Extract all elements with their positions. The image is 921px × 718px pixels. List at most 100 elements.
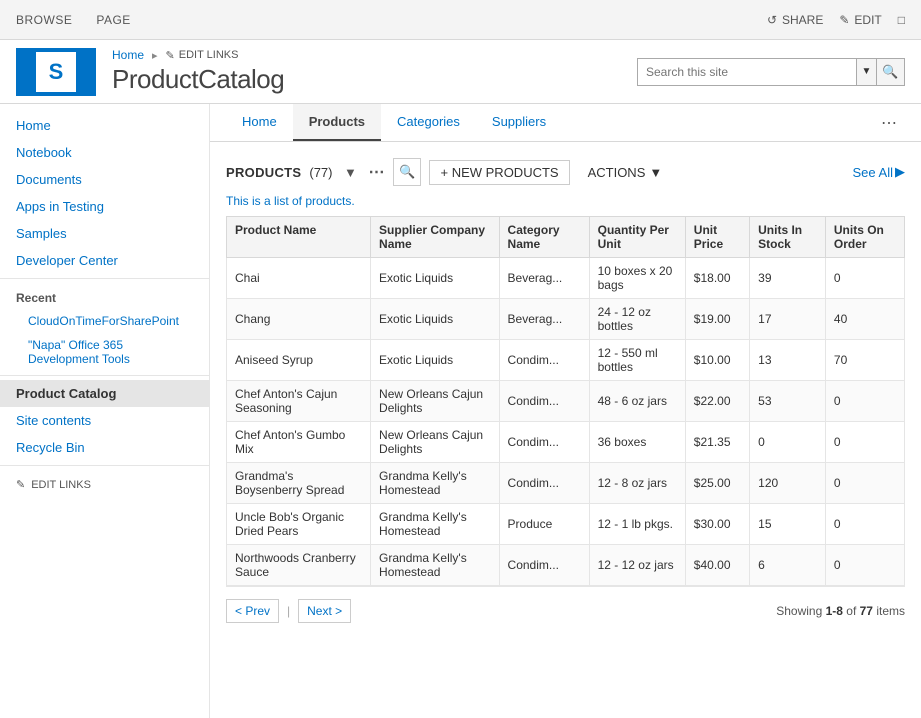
breadcrumb-home[interactable]: Home: [112, 48, 144, 62]
cell-qty-per-unit[interactable]: 12 - 12 oz jars: [589, 545, 685, 586]
col-header-units-on-order: Units On Order: [825, 217, 904, 258]
site-title: ProductCatalog: [112, 64, 637, 95]
share-button[interactable]: ↺ SHARE: [767, 13, 823, 27]
cell-qty-per-unit[interactable]: 36 boxes: [589, 422, 685, 463]
nav-separator-3: [0, 465, 209, 466]
table-row: ChaiExotic LiquidsBeverag...10 boxes x 2…: [227, 258, 905, 299]
see-all-button[interactable]: See All ▶: [853, 164, 905, 180]
cell-category: Condim...: [499, 463, 589, 504]
list-header: PRODUCTS (77) ▼ ⋯ 🔍 + NEW PRODUCTS ACTIO…: [226, 158, 905, 186]
showing-prefix: Showing: [776, 604, 825, 618]
sidebar-item-developer-center[interactable]: Developer Center: [0, 247, 209, 274]
cell-category: Condim...: [499, 381, 589, 422]
pagination: < Prev | Next > Showing 1-8 of 77 items: [226, 586, 905, 623]
see-all-label: See All: [853, 165, 893, 180]
cell-product-name[interactable]: Northwoods Cranberry Sauce: [227, 545, 371, 586]
sidebar-item-documents[interactable]: Documents: [0, 166, 209, 193]
tab-products[interactable]: Products: [293, 104, 381, 141]
cell-qty-per-unit[interactable]: 12 - 8 oz jars: [589, 463, 685, 504]
cell-supplier: Exotic Liquids: [371, 340, 500, 381]
cell-product-name[interactable]: Chef Anton's Cajun Seasoning: [227, 381, 371, 422]
list-options-button[interactable]: ⋯: [368, 162, 385, 182]
edit-button[interactable]: ✎ EDIT: [839, 13, 881, 27]
cell-supplier: Exotic Liquids: [371, 258, 500, 299]
table-row: ChangExotic LiquidsBeverag...24 - 12 oz …: [227, 299, 905, 340]
cell-category: Condim...: [499, 545, 589, 586]
cell-unit-price: $25.00: [685, 463, 749, 504]
cell-units-in-stock: 0: [750, 422, 826, 463]
chevron-down-icon: ▼: [862, 66, 872, 77]
sidebar-item-site-contents[interactable]: Site contents: [0, 407, 209, 434]
col-header-units-in-stock: Units In Stock: [750, 217, 826, 258]
search-input[interactable]: [638, 65, 856, 79]
cell-unit-price: $19.00: [685, 299, 749, 340]
sidebar-edit-links-label: EDIT LINKS: [31, 479, 91, 491]
next-button[interactable]: Next >: [298, 599, 351, 623]
cell-unit-price: $21.35: [685, 422, 749, 463]
search-dropdown-button[interactable]: ▼: [856, 59, 876, 85]
sidebar-edit-links[interactable]: ✎ EDIT LINKS: [0, 470, 209, 499]
actions-button[interactable]: ACTIONS ▼: [578, 161, 673, 184]
cell-qty-per-unit[interactable]: 48 - 6 oz jars: [589, 381, 685, 422]
cell-category: Beverag...: [499, 299, 589, 340]
tab-suppliers[interactable]: Suppliers: [476, 104, 562, 141]
edit-label: EDIT: [854, 13, 881, 27]
content-body: PRODUCTS (77) ▼ ⋯ 🔍 + NEW PRODUCTS ACTIO…: [210, 142, 921, 639]
table-row: Chef Anton's Gumbo MixNew Orleans Cajun …: [227, 422, 905, 463]
cell-supplier: New Orleans Cajun Delights: [371, 381, 500, 422]
cell-qty-per-unit[interactable]: 12 - 550 ml bottles: [589, 340, 685, 381]
tab-categories[interactable]: Categories: [381, 104, 476, 141]
cell-qty-per-unit[interactable]: 24 - 12 oz bottles: [589, 299, 685, 340]
search-submit-button[interactable]: 🔍: [877, 58, 905, 86]
sidebar-item-samples[interactable]: Samples: [0, 220, 209, 247]
cell-units-on-order: 40: [825, 299, 904, 340]
cell-units-on-order: 0: [825, 258, 904, 299]
cell-qty-per-unit[interactable]: 10 boxes x 20 bags: [589, 258, 685, 299]
share-label: SHARE: [782, 13, 823, 27]
sidebar-item-home[interactable]: Home: [0, 112, 209, 139]
prev-button[interactable]: < Prev: [226, 599, 279, 623]
sidebar-item-product-catalog[interactable]: Product Catalog: [0, 380, 209, 407]
sidebar-item-recycle-bin[interactable]: Recycle Bin: [0, 434, 209, 461]
cell-product-name[interactable]: Uncle Bob's Organic Dried Pears: [227, 504, 371, 545]
list-search-button[interactable]: 🔍: [393, 158, 421, 186]
tab-home[interactable]: Home: [226, 104, 293, 141]
search-box: ▼: [637, 58, 877, 86]
sidebar-recent-cloudontime[interactable]: CloudOnTimeForSharePoint: [0, 309, 209, 333]
browse-tab[interactable]: BROWSE: [16, 13, 72, 27]
tab-more-button[interactable]: ⋯: [873, 105, 905, 141]
cell-category: Beverag...: [499, 258, 589, 299]
cell-product-name[interactable]: Chef Anton's Gumbo Mix: [227, 422, 371, 463]
col-header-supplier: Supplier Company Name: [371, 217, 500, 258]
cell-product-name[interactable]: Chai: [227, 258, 371, 299]
page-tab[interactable]: PAGE: [96, 13, 130, 27]
cell-category: Condim...: [499, 340, 589, 381]
sidebar-recent-napa[interactable]: "Napa" Office 365 Development Tools: [0, 333, 209, 371]
cell-unit-price: $30.00: [685, 504, 749, 545]
table-row: Chef Anton's Cajun SeasoningNew Orleans …: [227, 381, 905, 422]
fullscreen-button[interactable]: □: [898, 13, 905, 27]
cell-qty-per-unit[interactable]: 12 - 1 lb pkgs.: [589, 504, 685, 545]
cell-product-name[interactable]: Grandma's Boysenberry Spread: [227, 463, 371, 504]
sidebar-item-notebook[interactable]: Notebook: [0, 139, 209, 166]
cell-product-name[interactable]: Aniseed Syrup: [227, 340, 371, 381]
cell-units-in-stock: 17: [750, 299, 826, 340]
sidebar-item-apps-testing[interactable]: Apps in Testing: [0, 193, 209, 220]
magnifier-icon: 🔍: [882, 64, 898, 80]
products-table: Product Name Supplier Company Name Categ…: [226, 216, 905, 586]
cell-unit-price: $40.00: [685, 545, 749, 586]
actions-label: ACTIONS: [588, 165, 646, 180]
cell-product-name[interactable]: Chang: [227, 299, 371, 340]
list-count-dropdown[interactable]: ▼: [340, 162, 360, 182]
cell-category: Produce: [499, 504, 589, 545]
new-products-button[interactable]: + NEW PRODUCTS: [429, 160, 569, 185]
cell-supplier: New Orleans Cajun Delights: [371, 422, 500, 463]
site-logo: S: [16, 48, 96, 96]
cell-units-on-order: 0: [825, 504, 904, 545]
edit-links-button[interactable]: ✎ EDIT LINKS: [166, 49, 239, 62]
cell-units-in-stock: 15: [750, 504, 826, 545]
breadcrumb: Home ▸ ✎ EDIT LINKS: [112, 48, 637, 62]
col-header-category: Category Name: [499, 217, 589, 258]
list-title: PRODUCTS: [226, 165, 301, 180]
cell-category: Condim...: [499, 422, 589, 463]
